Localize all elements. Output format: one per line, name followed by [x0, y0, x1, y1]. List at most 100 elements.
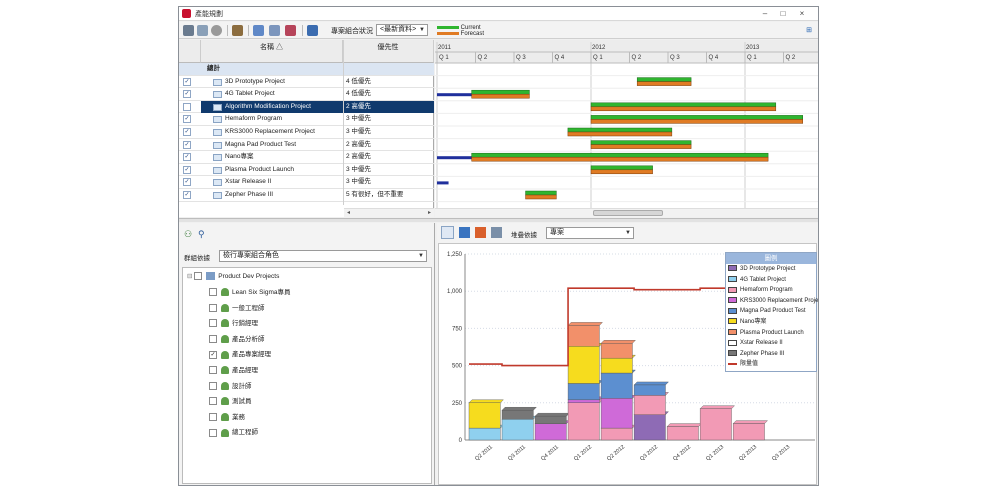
bar-segment[interactable] [534, 415, 567, 424]
table-view-icon[interactable] [491, 227, 502, 238]
bar-segment[interactable] [468, 427, 501, 441]
project-row[interactable]: ✓ 4G Tablet Project 4 低優先 [179, 88, 434, 101]
select-all-header[interactable] [179, 40, 201, 63]
bar-segment[interactable] [699, 408, 732, 441]
gantt-actual-bar[interactable] [437, 93, 472, 97]
project-row[interactable]: ✓ Plasma Product Launch 3 中優先 [179, 164, 434, 177]
portfolio-status-select[interactable]: <最新資料> ▼ [376, 24, 428, 36]
palette-icon[interactable] [475, 227, 486, 238]
bar-segment[interactable] [732, 423, 765, 441]
role-item[interactable]: 總工程師 [209, 426, 258, 437]
gantt-forecast-bar[interactable] [471, 93, 530, 99]
role-checkbox[interactable] [209, 303, 217, 312]
bar-segment[interactable] [468, 402, 501, 429]
bar-segment[interactable] [501, 410, 534, 420]
role-item[interactable]: 設計師 [209, 380, 252, 390]
project-row[interactable]: ✓ Hemaform Program 3 中優先 [179, 113, 434, 126]
panel-splitter[interactable] [179, 218, 818, 222]
minimize-button[interactable]: – [758, 8, 772, 19]
role-item[interactable]: 行銷經理 [209, 317, 258, 328]
role-item[interactable]: 測試員 [209, 395, 252, 406]
role-item[interactable]: 一般工程師 [209, 302, 265, 312]
gantt-current-bar[interactable] [590, 115, 803, 120]
role-item[interactable]: 業務 [209, 411, 245, 422]
role-checkbox[interactable] [209, 335, 217, 344]
gantt-actual-bar[interactable] [437, 181, 449, 185]
table-icon[interactable] [253, 25, 264, 36]
row-checkbox[interactable]: ✓ [183, 191, 191, 199]
gantt-current-bar[interactable] [636, 77, 692, 82]
project-row[interactable]: ✓ Magna Pad Product Test 2 高優先 [179, 139, 434, 152]
bar-segment[interactable] [600, 427, 633, 441]
bar-segment[interactable] [567, 399, 600, 404]
stacked-bar-icon[interactable] [441, 226, 454, 239]
bar-segment[interactable] [600, 343, 633, 359]
role-checkbox[interactable] [209, 413, 217, 422]
bar-segment[interactable] [600, 372, 633, 399]
row-checkbox[interactable]: ✓ [183, 178, 191, 187]
gantt-current-bar[interactable] [590, 102, 777, 108]
gantt-current-bar[interactable] [471, 89, 530, 95]
row-checkbox[interactable]: ✓ [183, 128, 191, 136]
chart-icon[interactable] [269, 25, 280, 36]
name-column-header[interactable]: 名稱 △ [201, 40, 343, 63]
gantt-forecast-bar[interactable] [590, 119, 803, 124]
role-checkbox[interactable] [209, 366, 217, 375]
gantt-actual-bar[interactable] [437, 156, 472, 160]
org-chart-icon[interactable]: ⚇ [184, 229, 192, 240]
bar-segment[interactable] [534, 423, 567, 441]
role-checkbox[interactable] [209, 428, 217, 437]
project-row[interactable]: ✓ Zepher Phase III 5 有很好，但不重要 [179, 189, 434, 202]
row-checkbox[interactable]: ✓ [183, 115, 191, 124]
role-checkbox[interactable] [209, 319, 217, 328]
refresh-icon[interactable] [211, 25, 222, 36]
role-item[interactable]: Lean Six Sigma專員 [209, 286, 291, 297]
bar-segment[interactable] [633, 384, 666, 396]
gantt-forecast-bar[interactable] [636, 81, 692, 86]
bar-segment[interactable] [567, 383, 600, 401]
gantt-forecast-bar[interactable] [471, 156, 769, 162]
group-by-select[interactable]: 檢行專案組合角色 ▼ [219, 250, 427, 262]
bar-segment[interactable] [501, 418, 534, 441]
help-icon[interactable]: ⊞ [806, 26, 812, 34]
bar-segment[interactable] [567, 346, 600, 384]
priority-column-header[interactable]: 優先性 [343, 40, 434, 63]
gantt-current-bar[interactable] [567, 127, 673, 133]
export-icon[interactable] [285, 25, 296, 36]
gantt-current-bar[interactable] [590, 140, 692, 145]
bar-segment[interactable] [567, 325, 600, 347]
bar-segment[interactable] [633, 395, 666, 415]
role-checkbox[interactable] [209, 288, 217, 297]
row-checkbox[interactable] [183, 102, 191, 111]
bar-segment[interactable] [666, 426, 699, 441]
grid-view-icon[interactable] [183, 25, 194, 36]
close-button[interactable]: × [795, 8, 809, 19]
project-row[interactable]: ✓ KRS3000 Replacement Project 3 中優先 [179, 126, 434, 139]
gantt-scroll-thumb[interactable] [593, 210, 663, 216]
grid-scrollbar[interactable]: ◂ ▸ [344, 208, 434, 217]
project-row[interactable]: Algorithm Modification Project 2 高優先 [179, 100, 434, 114]
search-icon[interactable]: ⚲ [198, 229, 205, 240]
gantt-forecast-bar[interactable] [525, 194, 557, 200]
project-row[interactable]: ✓ 3D Prototype Project 4 低優先 [179, 76, 434, 89]
briefcase-icon[interactable] [232, 25, 243, 36]
tree-root-checkbox[interactable] [194, 272, 203, 281]
group-row[interactable]: 總計 [179, 63, 434, 76]
tools-icon[interactable] [307, 25, 318, 36]
project-row[interactable]: ✓ Nano專案 2 高優先 [179, 151, 434, 164]
bar-segment[interactable] [600, 398, 633, 429]
maximize-button[interactable]: □ [776, 8, 790, 19]
row-checkbox[interactable]: ✓ [183, 90, 191, 99]
bar-segment[interactable] [567, 402, 600, 441]
role-checkbox[interactable] [209, 397, 217, 406]
bar-segment[interactable] [600, 357, 633, 374]
role-item[interactable]: ✓ 產品專案經理 [209, 348, 271, 359]
gantt-forecast-bar[interactable] [590, 144, 692, 149]
copy-icon[interactable] [197, 25, 208, 36]
role-item[interactable]: 產品分析師 [209, 333, 265, 344]
row-checkbox[interactable]: ✓ [183, 165, 191, 174]
role-checkbox[interactable]: ✓ [209, 350, 217, 359]
gantt-forecast-bar[interactable] [567, 131, 673, 137]
role-item[interactable]: 產品經理 [209, 364, 258, 375]
role-checkbox[interactable] [209, 381, 217, 390]
